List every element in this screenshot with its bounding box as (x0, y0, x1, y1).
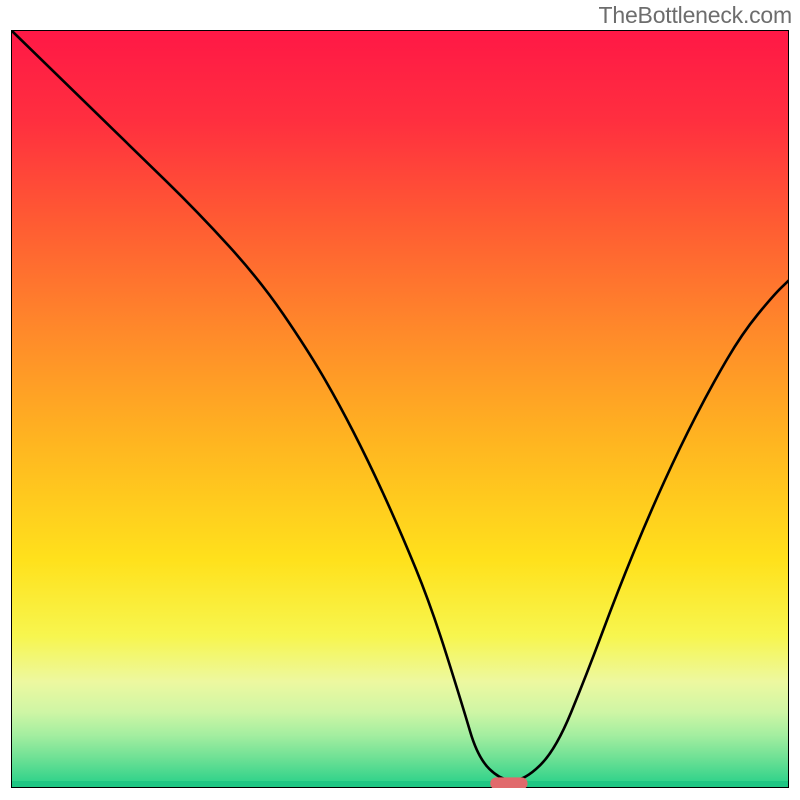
bottleneck-chart (11, 30, 789, 788)
optimal-marker (490, 777, 527, 788)
plot-area (11, 30, 789, 788)
baseline-strip (11, 781, 789, 788)
chart-container: TheBottleneck.com (0, 0, 800, 800)
attribution-text: TheBottleneck.com (599, 2, 792, 29)
